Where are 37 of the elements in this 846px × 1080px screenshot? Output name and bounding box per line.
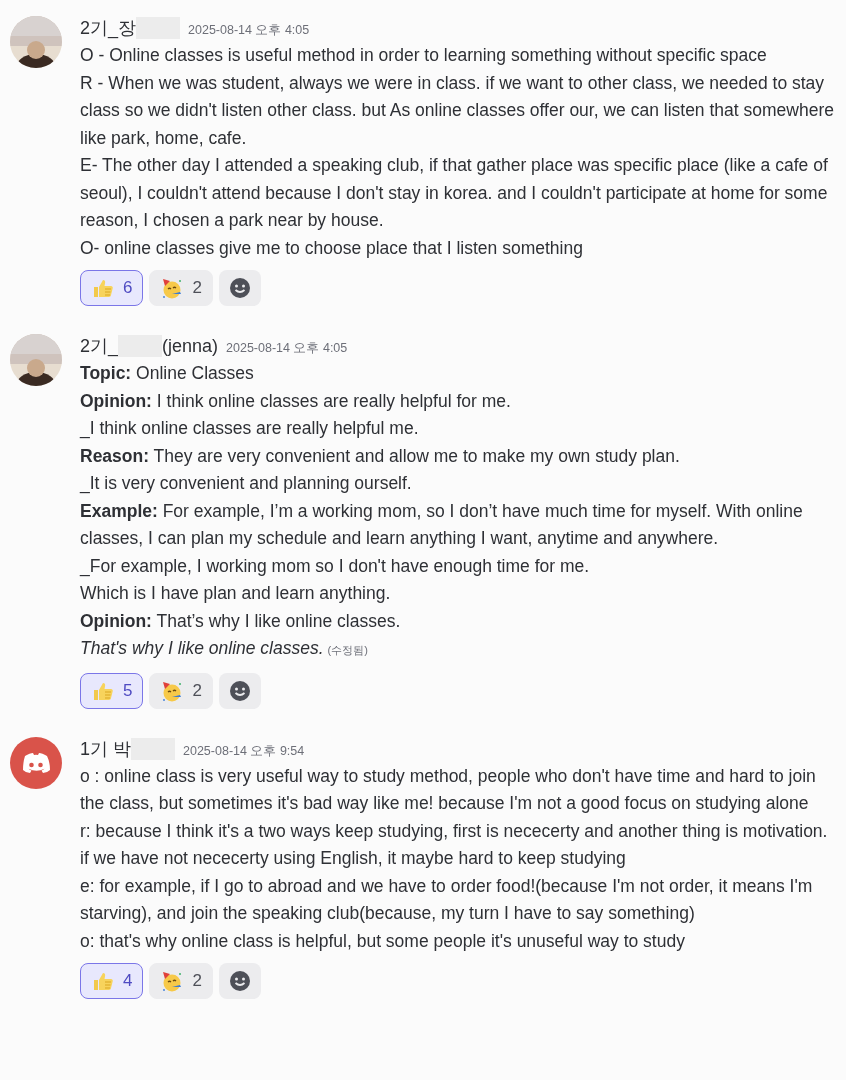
message-text: _For example, I working mom so I don't have enough time for me. [80, 554, 591, 578]
reaction-button[interactable]: 6 [80, 270, 144, 306]
smiley-icon [227, 969, 252, 993]
discord-avatar-icon [10, 736, 62, 789]
author-name[interactable]: 2기_장 [80, 16, 137, 40]
reaction-button[interactable]: 2 [149, 270, 213, 306]
message-text: R - When we was student, always we were in class. if we want to other class, we needed to stay class so we didn't listen other class. but As online classes offer our, we can listen that somewhere like park, home, cafe. [80, 71, 835, 150]
message-text: Which is I have plan and learn anything. [80, 582, 392, 605]
author-nickname[interactable]: (jenna) [162, 336, 219, 357]
author-name[interactable]: 2기_ [80, 334, 119, 358]
add-reaction-button[interactable] [218, 672, 261, 709]
add-reaction-button[interactable] [218, 270, 261, 306]
message-text: Opinion: I think online classes are really helpful for me. [80, 389, 512, 413]
reaction-button[interactable]: 4 [80, 963, 144, 999]
message-text: Opinion: That’s why I like online classes. [80, 609, 402, 633]
message-text: o: that's why online class is helpful, but some people it's unuseful way to study [80, 929, 686, 953]
message-text: Example: For example, I’m a working mom, so I don’t have much time for myself. With online classes, I can plan my schedule and learn anything I want, anytime and anywhere. [80, 499, 804, 550]
message-text: e: for example, if I go to abroad and we have to order food!(because I'm not order, it means I'm starving), and join the speaking club(because, my turn I have to say something) [80, 874, 814, 925]
message-text: O- online classes give me to choose place that I listen something [80, 236, 584, 260]
add-reaction-button[interactable] [218, 963, 261, 999]
timestamp: 2025-08-14 오후 9:54 [183, 742, 305, 760]
edited-label: (수정됨) [327, 644, 368, 656]
author-name[interactable]: 1기 박 [80, 736, 131, 761]
message-text: _I think online classes are really helpful me. [80, 417, 420, 441]
message-text: That's why I like online classes. [80, 638, 324, 658]
reaction-button[interactable]: 2 [149, 672, 213, 709]
smiley-icon [227, 678, 252, 703]
message-text: _It is very convenient and planning ourself. [80, 472, 413, 496]
timestamp: 2025-08-14 오후 4:05 [226, 340, 348, 357]
reaction-button[interactable]: 2 [149, 963, 213, 999]
message-text: Reason: They are very convenient and allow me to make my own study plan. [80, 444, 681, 468]
timestamp: 2025-08-14 오후 4:05 [188, 22, 310, 39]
message-text: Topic: Online Classes [80, 362, 255, 385]
message-text: O - Online classes is useful method in order to learning something without specific space [80, 44, 768, 67]
message-text: E- The other day I attended a speaking club, if that gather place was specific place (like a cafe of seoul), I couldn't attend because I don't stay in korea. and I couldn't participate at home for some reason, I chosen a park near by house. [80, 154, 829, 232]
reaction-button[interactable]: 5 [80, 672, 144, 709]
smiley-icon [227, 276, 252, 300]
